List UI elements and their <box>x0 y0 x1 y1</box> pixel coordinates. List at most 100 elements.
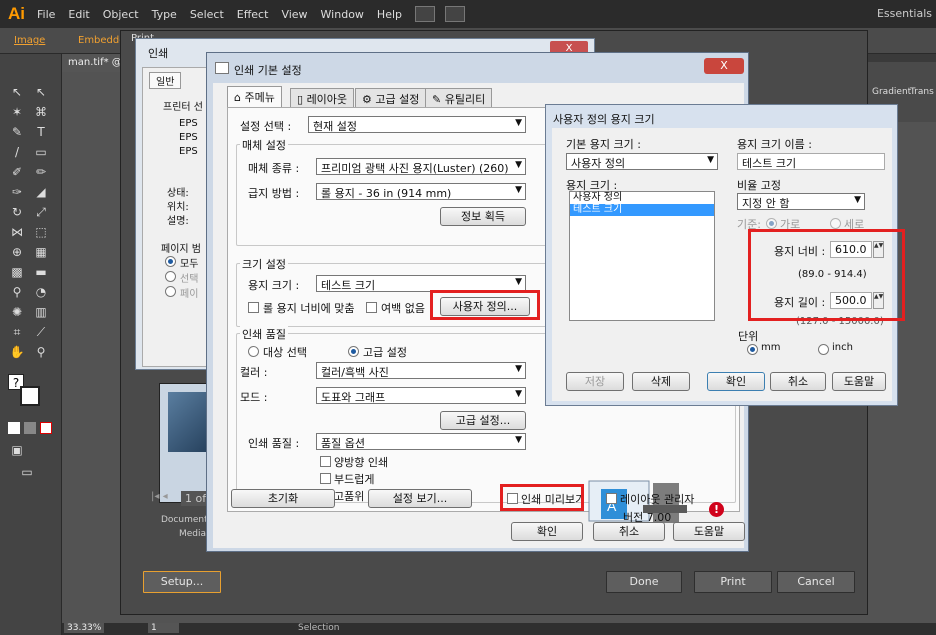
perspective-grid-tool-icon[interactable]: ▦ <box>32 244 50 260</box>
hand-tool-icon[interactable]: ✋ <box>8 344 26 360</box>
landscape-radio[interactable] <box>766 218 777 229</box>
panel-tab-gradient[interactable]: Gradient <box>872 87 911 97</box>
shape-builder-tool-icon[interactable]: ⊕ <box>8 244 26 260</box>
layout-manager-checkbox[interactable] <box>606 493 617 504</box>
screen-mode-icon[interactable]: ▭ <box>18 464 36 480</box>
paper-size-list[interactable]: 사용자 정의 테스트 크기 <box>569 191 715 321</box>
menu-help[interactable]: Help <box>377 8 402 21</box>
width-tool-icon[interactable]: ⋈ <box>8 224 26 240</box>
size-name-input[interactable]: 테스트 크기 <box>737 153 885 170</box>
tab-layout[interactable]: ▯ 레이아웃 <box>290 88 355 107</box>
selection-tool-icon[interactable]: ↖ <box>8 84 26 100</box>
paintbrush-tool-icon[interactable]: ✐ <box>8 164 26 180</box>
gradient-mode-icon[interactable] <box>24 422 36 434</box>
type-tool-icon[interactable]: T <box>32 124 50 140</box>
media-type-select[interactable]: 프리미엄 광택 사진 용지(Luster) (260) ▼ <box>316 158 526 175</box>
artboard-navigation-field[interactable]: 1 <box>148 623 179 633</box>
cancel-button[interactable]: 취소 <box>593 522 665 541</box>
ratio-lock-select[interactable]: 지정 안 함 ▼ <box>737 193 865 210</box>
printer-item[interactable]: EPS <box>179 146 198 157</box>
target-select-radio[interactable] <box>248 346 259 357</box>
artboard-tool-icon[interactable]: ⌗ <box>8 324 26 340</box>
rotate-tool-icon[interactable]: ↻ <box>8 204 26 220</box>
menu-effect[interactable]: Effect <box>237 8 269 21</box>
none-mode-icon[interactable] <box>40 422 52 434</box>
range-pages-radio[interactable] <box>165 286 176 297</box>
first-page-icon[interactable]: |◂ ◂ <box>151 491 168 502</box>
magic-wand-tool-icon[interactable]: ✶ <box>8 104 26 120</box>
column-graph-tool-icon[interactable]: ▥ <box>32 304 50 320</box>
help-button[interactable]: 도움말 <box>673 522 745 541</box>
tab-general[interactable]: 일반 <box>149 72 182 89</box>
setup-button[interactable]: Setup... <box>143 571 221 593</box>
pencil-tool-icon[interactable]: ✏ <box>32 164 50 180</box>
stroke-swatch-icon[interactable] <box>20 386 40 406</box>
line-tool-icon[interactable]: / <box>8 144 26 160</box>
menu-window[interactable]: Window <box>321 8 364 21</box>
scale-tool-icon[interactable]: ⤢ <box>32 204 50 220</box>
gradient-tool-icon[interactable]: ▬ <box>32 264 50 280</box>
mode-select[interactable]: 도표와 그래프 ▼ <box>316 387 526 404</box>
zoom-tool-icon[interactable]: ⚲ <box>32 344 50 360</box>
portrait-radio[interactable] <box>830 218 841 229</box>
eraser-tool-icon[interactable]: ◢ <box>32 184 50 200</box>
tab-advanced[interactable]: ⚙ 고급 설정 <box>355 88 427 107</box>
color-select[interactable]: 컬러/흑백 사진 ▼ <box>316 362 526 379</box>
lasso-tool-icon[interactable]: ⌘ <box>32 104 50 120</box>
done-button[interactable]: Done <box>606 571 682 593</box>
menu-object[interactable]: Object <box>103 8 139 21</box>
delete-button[interactable]: 삭제 <box>632 372 690 391</box>
bridge-icon[interactable] <box>415 6 435 22</box>
reset-defaults-button[interactable]: 초기화 <box>231 489 335 508</box>
mesh-tool-icon[interactable]: ▩ <box>8 264 26 280</box>
color-mode-icon[interactable] <box>8 422 20 434</box>
base-size-select[interactable]: 사용자 정의 ▼ <box>566 153 718 170</box>
borderless-checkbox[interactable] <box>366 302 377 313</box>
tab-main[interactable]: ⌂ 주메뉴 <box>227 86 282 108</box>
slice-tool-icon[interactable]: ⟋ <box>32 324 50 340</box>
cancel-button[interactable]: Cancel <box>777 571 855 593</box>
draw-normal-icon[interactable]: ▣ <box>8 442 26 458</box>
menu-select[interactable]: Select <box>190 8 224 21</box>
menu-type[interactable]: Type <box>152 8 177 21</box>
menu-edit[interactable]: Edit <box>68 8 89 21</box>
get-info-button[interactable]: 정보 획득 <box>440 207 526 226</box>
help-button[interactable]: 도움말 <box>832 372 886 391</box>
fit-roll-width-checkbox[interactable] <box>248 302 259 313</box>
blob-brush-tool-icon[interactable]: ✑ <box>8 184 26 200</box>
workspace-switcher[interactable]: Essentials <box>877 7 932 20</box>
zoom-level-field[interactable]: 33.33% <box>64 623 105 633</box>
direct-selection-tool-icon[interactable]: ↖ <box>32 84 50 100</box>
printer-item[interactable]: EPS <box>179 118 198 129</box>
free-transform-tool-icon[interactable]: ⬚ <box>32 224 50 240</box>
menu-view[interactable]: View <box>281 8 307 21</box>
blend-tool-icon[interactable]: ◔ <box>32 284 50 300</box>
eyedropper-tool-icon[interactable]: ⚲ <box>8 284 26 300</box>
smooth-checkbox[interactable] <box>320 473 331 484</box>
pen-tool-icon[interactable]: ✎ <box>8 124 26 140</box>
symbol-sprayer-tool-icon[interactable]: ✺ <box>8 304 26 320</box>
advanced-settings-radio[interactable] <box>348 346 359 357</box>
range-all-radio[interactable] <box>165 256 176 267</box>
close-button[interactable]: X <box>704 58 744 74</box>
show-settings-button[interactable]: 설정 보기... <box>368 489 472 508</box>
printer-item[interactable]: EPS <box>179 132 198 143</box>
unit-mm-radio[interactable] <box>747 344 758 355</box>
ok-button[interactable]: 확인 <box>511 522 583 541</box>
paper-source-select[interactable]: 롤 용지 - 36 in (914 mm) ▼ <box>316 183 526 200</box>
print-button[interactable]: Print <box>694 571 772 593</box>
preset-select[interactable]: 현재 설정 ▼ <box>308 116 526 133</box>
unit-inch-radio[interactable] <box>818 344 829 355</box>
arrange-documents-icon[interactable] <box>445 6 465 22</box>
menu-file[interactable]: File <box>37 8 55 21</box>
panel-tab-transparency[interactable]: Trans <box>910 87 934 97</box>
list-item-selected[interactable]: 테스트 크기 <box>570 204 714 216</box>
list-item[interactable]: 사용자 정의 <box>570 192 714 204</box>
warning-icon[interactable]: ! <box>709 502 724 517</box>
bidirectional-checkbox[interactable] <box>320 456 331 467</box>
advanced-settings-button[interactable]: 고급 설정... <box>440 411 526 430</box>
save-button[interactable]: 저장 <box>566 372 624 391</box>
range-selection-radio[interactable] <box>165 271 176 282</box>
tab-utility[interactable]: ✎ 유틸리티 <box>425 88 493 107</box>
control-image-link[interactable]: Image <box>14 35 45 46</box>
